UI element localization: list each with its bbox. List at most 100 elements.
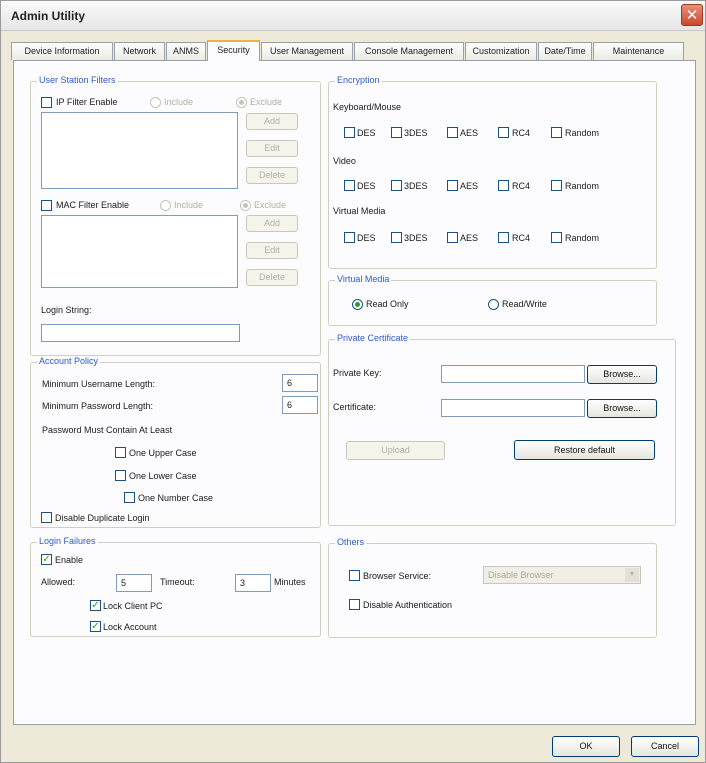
window-title: Admin Utility	[11, 9, 85, 23]
min-password-input[interactable]: 6	[282, 396, 318, 414]
video-label: Video	[333, 156, 356, 166]
others-group: Others Browser Service: Disable Browser …	[328, 537, 657, 638]
private-key-browse-button[interactable]: Browse...	[587, 365, 657, 384]
minutes-label: Minutes	[274, 577, 306, 587]
km-rc4-label: RC4	[512, 128, 531, 138]
km-aes-label: AES	[460, 128, 479, 138]
video-3des-checkbox[interactable]	[391, 180, 402, 191]
video-rc4-checkbox[interactable]	[498, 180, 509, 191]
mac-filter-list[interactable]	[41, 215, 238, 288]
ip-filter-list[interactable]	[41, 112, 238, 189]
login-failures-group: Login Failures ✓ Enable Allowed: 5 Timeo…	[30, 536, 321, 637]
vm-rc4-label: RC4	[512, 233, 531, 243]
lock-account-label: Lock Account	[103, 622, 157, 632]
km-random-checkbox[interactable]	[551, 127, 562, 138]
tab-customization[interactable]: Customization	[465, 42, 537, 60]
keyboard-mouse-label: Keyboard/Mouse	[333, 102, 402, 112]
vm-aes-checkbox[interactable]	[447, 232, 458, 243]
certificate-browse-button[interactable]: Browse...	[587, 399, 657, 418]
mac-filter-checkbox[interactable]	[41, 200, 52, 211]
allowed-label: Allowed:	[41, 577, 76, 587]
browser-service-checkbox[interactable]	[349, 570, 360, 581]
km-3des-checkbox[interactable]	[391, 127, 402, 138]
tab-security[interactable]: Security	[207, 40, 260, 61]
enable-checkbox[interactable]: ✓	[41, 554, 52, 565]
tab-console-management[interactable]: Console Management	[354, 42, 464, 60]
tab-user-management[interactable]: User Management	[261, 42, 353, 60]
browser-service-label: Browser Service:	[363, 571, 432, 581]
account-policy-group: Account Policy Minimum Username Length: …	[30, 356, 321, 528]
lower-case-label: One Lower Case	[129, 471, 197, 481]
login-string-input[interactable]	[41, 324, 240, 342]
min-username-input[interactable]: 6	[282, 374, 318, 392]
km-des-checkbox[interactable]	[344, 127, 355, 138]
vm-rc4-checkbox[interactable]	[498, 232, 509, 243]
video-des-checkbox[interactable]	[344, 180, 355, 191]
video-des-label: DES	[357, 181, 376, 191]
vm-3des-checkbox[interactable]	[391, 232, 402, 243]
ip-include-label: Include	[164, 97, 194, 107]
title-bar: Admin Utility ✕	[1, 1, 705, 31]
number-case-checkbox[interactable]	[124, 492, 135, 503]
read-write-radio[interactable]	[488, 299, 499, 310]
upper-case-checkbox[interactable]	[115, 447, 126, 458]
cancel-button[interactable]: Cancel	[631, 736, 699, 757]
read-only-radio[interactable]	[352, 299, 363, 310]
admin-utility-window: Admin Utility ✕ Device Information Netwo…	[0, 0, 706, 763]
vm-3des-label: 3DES	[404, 233, 428, 243]
video-rc4-label: RC4	[512, 181, 531, 191]
mac-exclude-radio[interactable]	[240, 200, 251, 211]
tab-date-time[interactable]: Date/Time	[538, 42, 592, 60]
private-key-input[interactable]	[441, 365, 585, 383]
read-write-label: Read/Write	[502, 299, 547, 309]
video-3des-label: 3DES	[404, 181, 428, 191]
vm-random-label: Random	[565, 233, 600, 243]
ip-add-button[interactable]: Add	[246, 113, 298, 130]
ip-include-radio[interactable]	[150, 97, 161, 108]
disable-duplicate-login-checkbox[interactable]	[41, 512, 52, 523]
login-failures-legend: Login Failures	[37, 536, 98, 546]
km-rc4-checkbox[interactable]	[498, 127, 509, 138]
browser-service-select[interactable]: Disable Browser ▼	[483, 566, 641, 584]
lock-client-pc-checkbox[interactable]: ✓	[90, 600, 101, 611]
tab-maintenance[interactable]: Maintenance	[593, 42, 684, 60]
mac-edit-button[interactable]: Edit	[246, 242, 298, 259]
close-icon[interactable]: ✕	[681, 4, 703, 26]
km-aes-checkbox[interactable]	[447, 127, 458, 138]
timeout-label: Timeout:	[160, 577, 195, 587]
mac-delete-button[interactable]: Delete	[246, 269, 298, 286]
allowed-input[interactable]: 5	[116, 574, 152, 592]
certificate-input[interactable]	[441, 399, 585, 417]
video-random-label: Random	[565, 181, 600, 191]
tab-network[interactable]: Network	[114, 42, 165, 60]
video-aes-checkbox[interactable]	[447, 180, 458, 191]
ok-button[interactable]: OK	[552, 736, 620, 757]
vm-aes-label: AES	[460, 233, 479, 243]
ip-exclude-label: Exclude	[250, 97, 283, 107]
lock-account-checkbox[interactable]: ✓	[90, 621, 101, 632]
mac-include-label: Include	[174, 200, 204, 210]
encryption-legend: Encryption	[335, 75, 382, 85]
vm-random-checkbox[interactable]	[551, 232, 562, 243]
km-random-label: Random	[565, 128, 600, 138]
ip-delete-button[interactable]: Delete	[246, 167, 298, 184]
vm-des-checkbox[interactable]	[344, 232, 355, 243]
video-random-checkbox[interactable]	[551, 180, 562, 191]
ip-filter-checkbox[interactable]	[41, 97, 52, 108]
encryption-group: Encryption Keyboard/Mouse DES 3DES AES R…	[328, 75, 657, 269]
tab-anms[interactable]: ANMS	[166, 42, 206, 60]
ip-exclude-radio[interactable]	[236, 97, 247, 108]
tab-device-information[interactable]: Device Information	[11, 42, 113, 60]
ip-edit-button[interactable]: Edit	[246, 140, 298, 157]
timeout-input[interactable]: 3	[235, 574, 271, 592]
virtual-media-group: Virtual Media Read Only Read/Write	[328, 274, 657, 326]
mac-add-button[interactable]: Add	[246, 215, 298, 232]
min-password-label: Minimum Password Length:	[42, 401, 154, 411]
restore-default-button[interactable]: Restore default	[514, 440, 655, 460]
virtual-media-enc-label: Virtual Media	[333, 206, 386, 216]
lower-case-checkbox[interactable]	[115, 470, 126, 481]
upload-button[interactable]: Upload	[346, 441, 445, 460]
mac-include-radio[interactable]	[160, 200, 171, 211]
lock-client-pc-label: Lock Client PC	[103, 601, 163, 611]
disable-authentication-checkbox[interactable]	[349, 599, 360, 610]
